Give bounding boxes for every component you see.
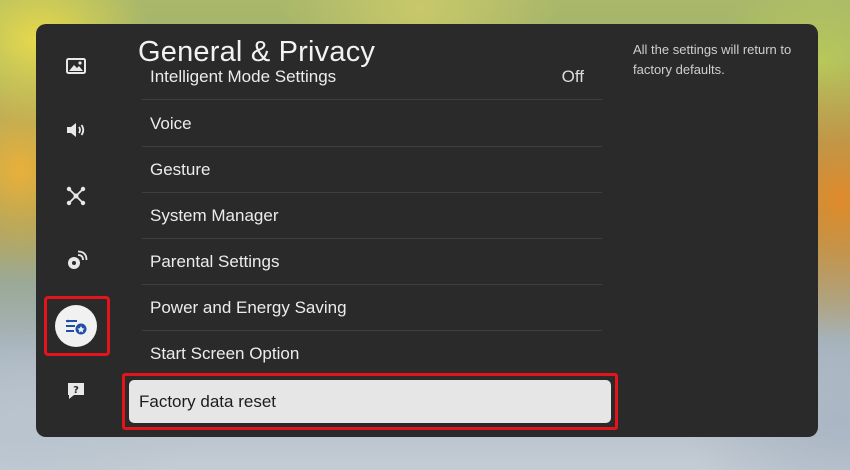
- connection-icon[interactable]: [56, 176, 96, 216]
- menu-item-parental-settings[interactable]: Parental Settings: [142, 239, 602, 285]
- page-title: General & Privacy: [138, 36, 376, 68]
- item-description: All the settings will return to factory …: [633, 42, 792, 77]
- picture-icon[interactable]: [56, 46, 96, 86]
- menu-item-label: Intelligent Mode Settings: [150, 66, 337, 86]
- menu-item-label: Gesture: [150, 159, 211, 179]
- menu-item-label: Start Screen Option: [150, 344, 300, 363]
- menu-item-system-manager[interactable]: System Manager: [142, 193, 602, 239]
- general-privacy-icon[interactable]: [55, 305, 97, 347]
- category-sidebar: ?: [36, 24, 116, 437]
- menu-item-value: Off: [561, 66, 584, 86]
- support-broadcast-icon[interactable]: [56, 241, 96, 281]
- menu-item-voice[interactable]: Voice: [142, 101, 602, 147]
- svg-text:?: ?: [73, 385, 79, 396]
- menu-item-label: Parental Settings: [150, 251, 280, 271]
- settings-panel: ? General & Privacy Intelligent Mode Set…: [36, 24, 818, 437]
- menu-item-intelligent-mode[interactable]: Intelligent Mode Settings Off: [142, 66, 602, 100]
- menu-item-power-energy[interactable]: Power and Energy Saving: [142, 285, 602, 331]
- menu-item-start-screen[interactable]: Start Screen Option: [142, 331, 602, 377]
- menu-item-gesture[interactable]: Gesture: [142, 147, 602, 193]
- menu-item-label: Power and Energy Saving: [150, 297, 347, 317]
- menu-item-label: Voice: [150, 113, 192, 133]
- focused-item-outline: Factory data reset: [122, 373, 618, 430]
- menu-item-label: System Manager: [150, 205, 279, 225]
- menu-item-label: Factory data reset: [139, 391, 277, 411]
- sound-icon[interactable]: [56, 110, 96, 150]
- help-icon[interactable]: ?: [56, 371, 96, 411]
- factory-data-reset-button[interactable]: Factory data reset: [129, 380, 611, 423]
